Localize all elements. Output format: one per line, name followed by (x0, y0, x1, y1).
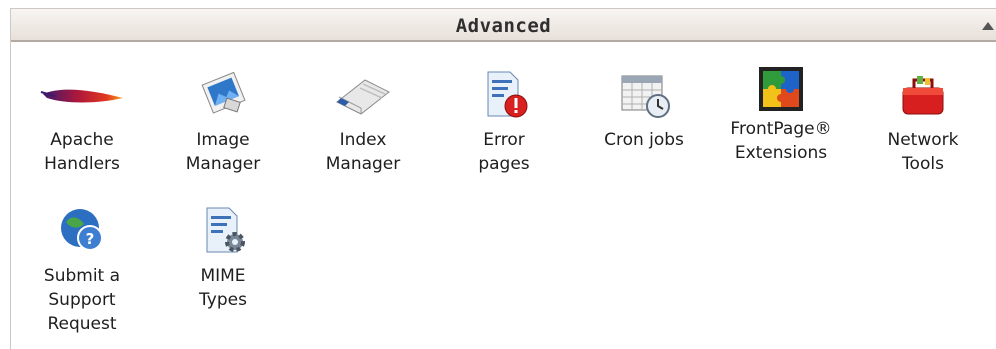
item-label: Image Manager (185, 130, 261, 174)
panel-title: Advanced (455, 15, 552, 37)
error-pages-link[interactable]: Error pages (444, 68, 564, 176)
open-book-icon (336, 68, 390, 120)
submit-support-request-link[interactable]: ? Submit a Support Request (22, 204, 142, 336)
apache-feather-icon (40, 68, 123, 120)
network-tools-link[interactable]: Network Tools (863, 68, 983, 176)
item-label: Index Manager (325, 130, 401, 174)
mime-document-gear-icon (197, 204, 249, 256)
item-label: FrontPage® Extensions (730, 119, 832, 163)
item-label: Cron jobs (604, 130, 684, 150)
mime-types-link[interactable]: MIME Types (163, 204, 283, 312)
item-label: Apache Handlers (44, 130, 120, 174)
image-manager-link[interactable]: Image Manager (163, 68, 283, 176)
apache-handlers-link[interactable]: Apache Handlers (22, 68, 142, 176)
cron-jobs-link[interactable]: Cron jobs (584, 68, 704, 152)
panel-header: Advanced (11, 8, 996, 42)
item-label: MIME Types (199, 266, 247, 310)
svg-text:?: ? (86, 230, 95, 248)
support-globe-icon: ? (56, 204, 108, 256)
calendar-clock-icon (618, 68, 670, 120)
collapse-up-arrow-icon[interactable] (982, 22, 994, 30)
image-manager-icon (197, 68, 249, 120)
item-label: Error pages (478, 130, 530, 174)
frontpage-puzzle-icon (755, 63, 807, 115)
item-label: Network Tools (887, 130, 959, 174)
frontpage-extensions-link[interactable]: FrontPage® Extensions (721, 63, 841, 165)
error-page-icon (478, 68, 530, 120)
item-label: Submit a Support Request (43, 266, 121, 334)
red-toolbox-icon (897, 68, 949, 120)
advanced-panel: Advanced Apache Handlers Image Manager I… (10, 8, 996, 349)
index-manager-link[interactable]: Index Manager (303, 68, 423, 176)
